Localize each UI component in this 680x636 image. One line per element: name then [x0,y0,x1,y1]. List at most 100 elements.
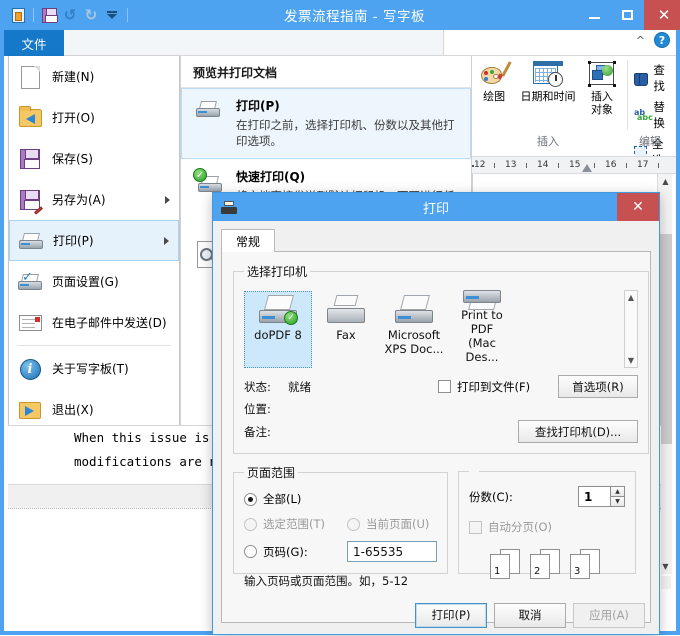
menu-item-new[interactable]: 新建(N) [9,56,179,97]
copies-label: 份数(C): [469,489,513,504]
ribbon-button-insert-object[interactable]: 插入 对象 [580,56,624,134]
maximize-button[interactable] [611,0,644,30]
radio-selection[interactable]: 选定范围(T) [244,516,347,532]
menu-item-about[interactable]: i 关于写字板(T) [9,348,179,389]
apply-button[interactable]: 应用(A) [573,602,645,628]
copies-input[interactable]: 1 [578,486,610,507]
checkbox-icon [469,520,482,534]
undo-icon[interactable]: ↺ [61,6,79,24]
toolbar-divider [33,8,34,22]
printer-icon [461,290,503,310]
window-title: 发票流程指南 - 写字板 [284,9,425,25]
horizontal-ruler[interactable]: 12 13 14 15 16 17 [472,156,676,174]
backstage-title: 预览并打印文档 [181,56,471,88]
printer-list[interactable]: ✓ doPDF 8 Fax Microsoft XPS Doc... Print… [244,288,638,368]
scrollbar-thumb[interactable] [659,234,672,444]
backstage-item-head: 快速打印(Q) [236,170,306,184]
scroll-up-icon[interactable]: ▲ [625,291,637,304]
menu-item-send-email[interactable]: 在电子邮件中发送(D) [9,302,179,343]
print-to-file-label: 打印到文件(F) [457,379,531,394]
printer-list-scrollbar[interactable]: ▲ ▼ [624,290,638,368]
ribbon-tab-strip: 文件 ^ ? [4,30,676,56]
ruler-tick-label: 15 [569,160,581,170]
print-to-file-checkbox[interactable]: 打印到文件(F) [438,379,558,395]
chevron-up-icon[interactable]: ^ [636,34,645,47]
tab-file[interactable]: 文件 [4,30,64,56]
ribbon-button-date-time[interactable]: 日期和时间 [516,56,580,134]
stepper-up-icon[interactable]: ▲ [610,486,625,497]
printer-item-print-to-pdf[interactable]: Print to PDF (Mac Des... [448,290,516,368]
tab-general[interactable]: 常规 [221,229,276,252]
customize-dropdown-icon[interactable] [103,6,121,24]
ruler-margin-marker[interactable] [582,164,592,172]
close-icon: ✕ [632,199,644,215]
ruler-tick-label: 16 [605,160,617,170]
new-document-icon [17,64,43,90]
stepper-down-icon[interactable]: ▼ [610,496,625,507]
radio-icon [347,517,360,531]
find-printer-button[interactable]: 查找打印机(D)... [518,420,638,443]
menu-item-open[interactable]: 打开(O) [9,97,179,138]
scroll-up-icon[interactable]: ▲ [658,174,673,189]
print-button[interactable]: 打印(P) [415,602,487,628]
paint-palette-icon [480,61,512,87]
collate-page-pair: 3 3 [570,549,604,579]
printer-name-line1: Print to PDF [461,308,503,336]
printer-item-fax[interactable]: Fax [312,291,380,368]
status-label: 状态: [244,379,271,394]
menu-divider [17,345,171,346]
ribbon-button-replace[interactable]: ab abc 替换 [631,98,676,132]
menu-item-page-setup[interactable]: ✓ 页面设置(G) [9,261,179,302]
redo-icon[interactable]: ↻ [82,6,100,24]
radio-pages[interactable]: 页码(G): [244,544,347,560]
printer-icon [18,228,44,254]
print-dialog-close-button[interactable]: ✕ [617,193,659,221]
close-icon: ✕ [657,5,671,24]
tab-strip-area [64,30,444,55]
printer-item-dopdf8[interactable]: ✓ doPDF 8 [244,291,312,368]
ribbon-button-draw[interactable]: 绘图 [472,56,516,134]
radio-label: 全部(L) [263,492,302,506]
cancel-button[interactable]: 取消 [494,602,566,628]
minimize-button[interactable] [578,0,611,30]
collate-checkbox[interactable]: 自动分页(O) [469,519,625,535]
radio-icon [244,492,257,506]
menu-item-save[interactable]: 保存(S) [9,138,179,179]
ribbon-button-label: 插入 对象 [591,90,613,116]
collate-page-front: 2 [530,554,550,579]
close-button[interactable]: ✕ [644,0,680,30]
save-icon[interactable] [40,6,58,24]
menu-item-label: 保存(S) [52,152,93,166]
page-range-input[interactable]: 1-65535 [347,541,437,562]
help-icon[interactable]: ? [654,32,670,48]
printer-name: Microsoft XPS Doc... [385,328,444,356]
preferences-button[interactable]: 首选项(R) [558,375,638,398]
scroll-down-icon[interactable]: ▼ [625,354,637,367]
backstage-item-print[interactable]: 打印(P) 在打印之前，选择打印机、份数以及其他打印选项。 [181,88,471,159]
radio-all-pages[interactable]: 全部(L) [244,491,437,507]
ribbon-button-label: 绘图 [483,90,506,103]
menu-item-save-as[interactable]: 另存为(A) [9,179,179,220]
menu-item-label: 另存为(A) [52,193,106,207]
menu-item-label: 关于写字板(T) [52,362,129,376]
copies-row: 份数(C): 1 ▲ ▼ [469,486,625,507]
binoculars-icon [633,71,649,86]
save-floppy-icon [17,146,43,172]
printer-item-xps[interactable]: Microsoft XPS Doc... [380,291,448,368]
menu-item-exit[interactable]: 退出(X) [9,389,179,430]
app-icon[interactable] [9,6,27,24]
menu-item-label: 打印(P) [53,234,94,248]
default-printer-badge-icon: ✓ [284,311,298,325]
ribbon-button-find[interactable]: 查找 [631,61,676,95]
ribbon-button-label: 查找 [653,63,665,93]
ribbon-label-line1: 插入 [590,90,613,103]
print-dialog-footer: 打印(P) 取消 应用(A) [213,594,659,636]
page-range-legend: 页面范围 [247,466,296,480]
collate-page-front: 1 [490,554,510,579]
menu-item-print[interactable]: 打印(P) [9,220,179,261]
select-printer-group: 选择打印机 ✓ doPDF 8 Fax Microsoft XPS Doc...… [233,263,649,454]
comment-label: 备注: [244,424,271,439]
copies-stepper[interactable]: 1 ▲ ▼ [578,486,625,507]
radio-current-page[interactable]: 当前页面(U) [347,516,429,532]
menu-item-label: 退出(X) [52,403,94,417]
